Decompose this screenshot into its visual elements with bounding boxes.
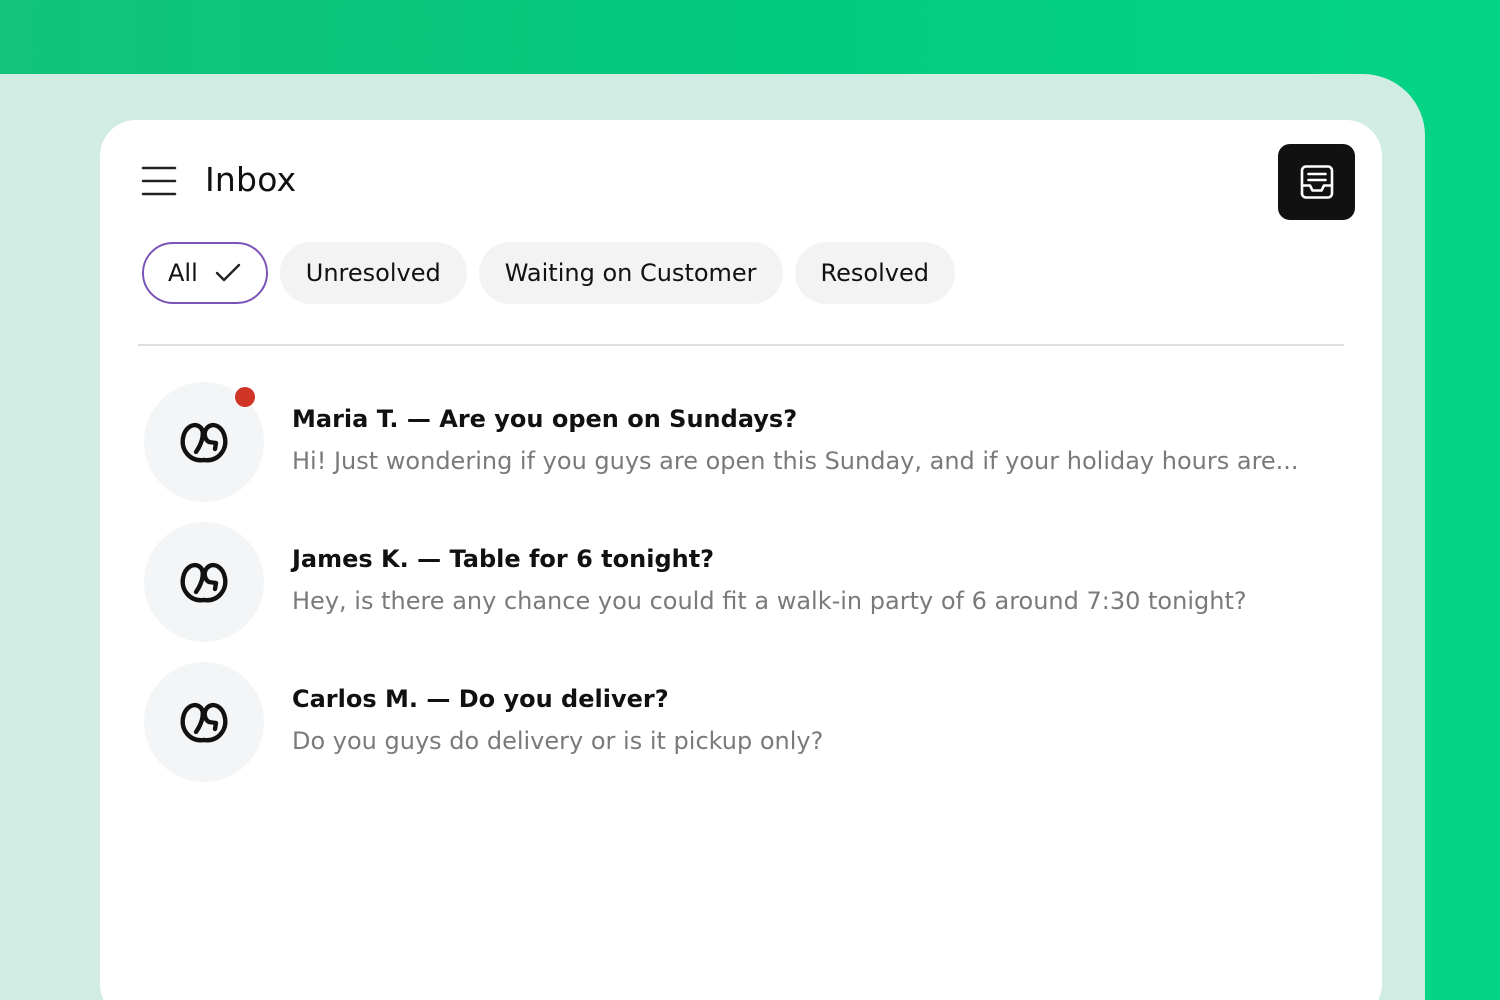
conversation-preview: Hi! Just wondering if you guys are open … (292, 447, 1299, 475)
filter-chip-label: All (168, 259, 198, 287)
menu-button[interactable] (140, 164, 182, 198)
avatar (144, 522, 264, 642)
header-divider (138, 344, 1344, 346)
unread-indicator-dot (235, 387, 255, 407)
filter-chip-unresolved[interactable]: Unresolved (279, 242, 467, 304)
conversation-preview: Do you guys do delivery or is it pickup … (292, 727, 824, 755)
inbox-tray-icon (1300, 165, 1333, 199)
filter-chip-label: Unresolved (305, 259, 441, 287)
conversation-title: Carlos M. — Do you deliver? (292, 685, 669, 713)
conversation-title: Maria T. — Are you open on Sundays? (292, 405, 798, 433)
filter-chip-all[interactable]: All (142, 242, 268, 304)
hamburger-menu-icon (141, 166, 177, 196)
check-icon (214, 262, 242, 284)
conversation-item[interactable]: Carlos M. — Do you deliver? Do you guys … (144, 662, 1344, 784)
conversation-title: James K. — Table for 6 tonight? (292, 545, 715, 573)
avatar (144, 662, 264, 782)
filter-chip-label: Resolved (820, 259, 929, 287)
inbox-tray-button[interactable] (1278, 144, 1355, 220)
filter-chip-waiting-on-customer[interactable]: Waiting on Customer (478, 242, 783, 304)
inbox-header: Inbox (100, 120, 1382, 244)
inbox-card: Inbox All Unresolved Waiting on Customer (100, 120, 1382, 1000)
page-title: Inbox (205, 160, 297, 199)
conversation-item[interactable]: Maria T. — Are you open on Sundays? Hi! … (144, 382, 1344, 504)
filter-chip-resolved[interactable]: Resolved (794, 242, 955, 304)
godaddy-logo-icon (180, 562, 228, 603)
status-filter-bar: All Unresolved Waiting on Customer Resol… (142, 242, 955, 304)
godaddy-logo-icon (180, 422, 228, 463)
conversation-item[interactable]: James K. — Table for 6 tonight? Hey, is … (144, 522, 1344, 644)
godaddy-logo-icon (180, 702, 228, 743)
filter-chip-label: Waiting on Customer (504, 259, 757, 287)
conversation-preview: Hey, is there any chance you could fit a… (292, 587, 1247, 615)
